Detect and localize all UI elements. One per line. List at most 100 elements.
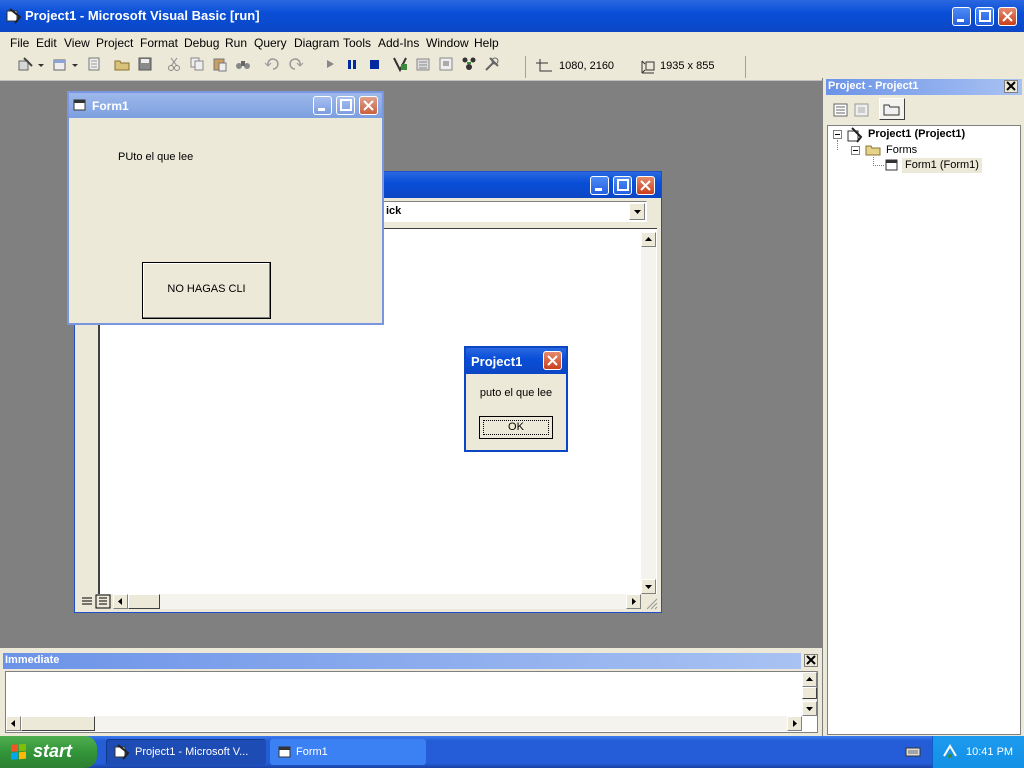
- scroll-down-button[interactable]: [641, 579, 656, 594]
- vertical-scroll-thumb[interactable]: [802, 687, 817, 699]
- form1-close-button[interactable]: [359, 96, 378, 115]
- project-icon: [847, 127, 863, 143]
- menu-debug[interactable]: Debug: [184, 32, 219, 54]
- toggle-folders-button[interactable]: [879, 98, 905, 120]
- scroll-down-button[interactable]: [802, 701, 817, 716]
- menu-window[interactable]: Window: [426, 32, 469, 54]
- toolbox-icon[interactable]: [484, 56, 500, 72]
- tree-expander-root[interactable]: [833, 130, 842, 139]
- immediate-horizontal-scrollbar[interactable]: [6, 716, 802, 731]
- scroll-left-button[interactable]: [6, 716, 21, 731]
- combo-dropdown-button[interactable]: [629, 203, 645, 220]
- immediate-vertical-scrollbar[interactable]: [802, 672, 817, 716]
- message-box-ok-button[interactable]: OK: [479, 416, 553, 439]
- scroll-up-button[interactable]: [802, 672, 817, 687]
- close-icon: [806, 655, 816, 665]
- cut-icon[interactable]: [166, 56, 182, 72]
- find-icon[interactable]: [235, 56, 251, 72]
- toolbar: [0, 54, 1024, 81]
- immediate-close-button[interactable]: [804, 654, 818, 667]
- properties-window-icon[interactable]: [415, 56, 431, 72]
- minimize-button[interactable]: [952, 7, 971, 26]
- menu-diagram[interactable]: Diagram: [294, 32, 339, 54]
- paste-icon[interactable]: [212, 56, 228, 72]
- procedure-combo[interactable]: ick: [365, 201, 647, 222]
- form1-label: PUto el que lee: [118, 151, 194, 163]
- horizontal-scroll-thumb[interactable]: [128, 594, 160, 609]
- project-explorer-icon[interactable]: [392, 56, 408, 72]
- clock[interactable]: 10:41 PM: [966, 746, 1013, 758]
- procedure-view-icon: [82, 597, 92, 605]
- form1-maximize-button[interactable]: [336, 96, 355, 115]
- start-label: start: [33, 741, 73, 761]
- dropdown-arrow-icon[interactable]: [38, 56, 44, 72]
- scroll-up-button[interactable]: [641, 232, 656, 247]
- break-icon[interactable]: [344, 56, 360, 72]
- menu-project[interactable]: Project: [96, 32, 133, 54]
- scroll-left-button[interactable]: [113, 594, 128, 609]
- menu-query[interactable]: Query: [254, 32, 287, 54]
- object-browser-icon[interactable]: [461, 56, 477, 72]
- undo-icon[interactable]: [264, 56, 280, 72]
- tree-item-form1-label: Form1 (Form1): [905, 159, 979, 171]
- message-box-close-button[interactable]: [543, 351, 562, 370]
- start-icon[interactable]: [322, 56, 338, 72]
- form1-minimize-button[interactable]: [313, 96, 332, 115]
- taskbar-task-vb-label: Project1 - Microsoft V...: [135, 746, 249, 758]
- form-icon: [73, 99, 86, 111]
- dropdown-arrow-icon[interactable]: [72, 56, 78, 72]
- scroll-right-button[interactable]: [626, 594, 641, 609]
- scroll-right-button[interactable]: [787, 716, 802, 731]
- code-maximize-button[interactable]: [613, 176, 632, 195]
- size-icon: [641, 60, 655, 74]
- message-box[interactable]: Project1 puto el que lee OK: [464, 346, 568, 452]
- maximize-button[interactable]: [975, 7, 994, 26]
- redo-icon[interactable]: [288, 56, 304, 72]
- project-panel-close-button[interactable]: [1004, 80, 1018, 93]
- close-icon: [1006, 81, 1016, 91]
- form-icon: [278, 746, 291, 758]
- procedure-view-button[interactable]: [79, 594, 95, 609]
- code-minimize-button[interactable]: [590, 176, 609, 195]
- menu-format[interactable]: Format: [140, 32, 178, 54]
- menu-editor-icon[interactable]: [86, 56, 102, 72]
- menu-help[interactable]: Help: [474, 32, 499, 54]
- main-title: Project1 - Microsoft Visual Basic [run]: [25, 8, 260, 23]
- view-code-icon[interactable]: [833, 102, 849, 118]
- menu-view[interactable]: View: [64, 32, 90, 54]
- resize-grip-icon[interactable]: [644, 596, 658, 610]
- form1-command-button[interactable]: NO HAGAS CLI: [142, 262, 271, 319]
- open-folder-icon[interactable]: [114, 56, 130, 72]
- taskbar-task-form1-label: Form1: [296, 746, 328, 758]
- tree-expander-forms[interactable]: [851, 146, 860, 155]
- chevron-down-icon: [634, 210, 641, 214]
- add-form-icon[interactable]: [52, 56, 68, 72]
- menu-add-ins[interactable]: Add-Ins: [378, 32, 419, 54]
- full-module-view-button[interactable]: [95, 594, 111, 609]
- keyboard-icon[interactable]: [905, 746, 921, 758]
- save-icon[interactable]: [137, 56, 153, 72]
- copy-icon[interactable]: [189, 56, 205, 72]
- tree-item-forms[interactable]: Forms: [886, 144, 917, 156]
- code-horizontal-scrollbar[interactable]: [113, 594, 641, 609]
- tree-item-project1[interactable]: Project1 (Project1): [868, 128, 965, 140]
- network-icon[interactable]: [942, 744, 958, 760]
- start-button[interactable]: start: [0, 736, 97, 768]
- menu-edit[interactable]: Edit: [36, 32, 57, 54]
- tree-item-form1[interactable]: Form1 (Form1): [902, 158, 982, 173]
- menu-tools[interactable]: Tools: [343, 32, 371, 54]
- view-object-icon[interactable]: [854, 102, 870, 118]
- project-panel-title: Project - Project1: [828, 80, 919, 92]
- menu-run[interactable]: Run: [225, 32, 247, 54]
- close-button[interactable]: [998, 7, 1017, 26]
- form1-window[interactable]: Form1 PUto el que lee NO HAGAS CLI: [67, 91, 384, 325]
- menu-file[interactable]: File: [10, 32, 29, 54]
- taskbar-task-vb[interactable]: Project1 - Microsoft V...: [106, 739, 266, 765]
- horizontal-scroll-thumb[interactable]: [21, 716, 95, 731]
- form-layout-icon[interactable]: [438, 56, 454, 72]
- taskbar-task-form1[interactable]: Form1: [270, 739, 426, 765]
- code-close-button[interactable]: [636, 176, 655, 195]
- add-project-icon[interactable]: [18, 56, 34, 72]
- code-vertical-scrollbar[interactable]: [641, 232, 656, 594]
- end-icon[interactable]: [366, 56, 382, 72]
